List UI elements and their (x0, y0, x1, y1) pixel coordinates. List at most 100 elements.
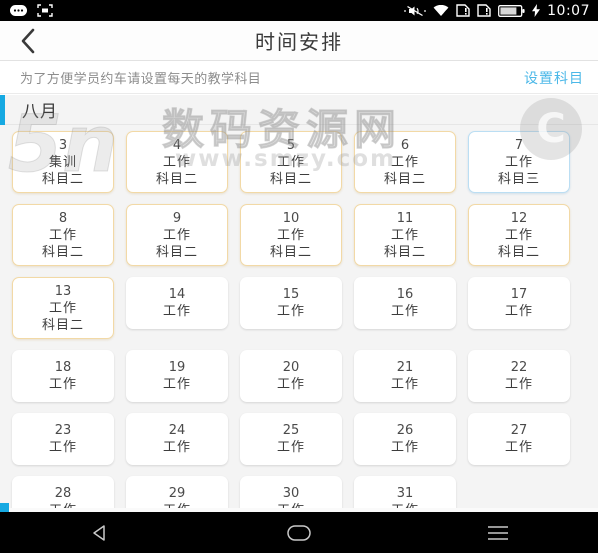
day-type-label: 工作 (48, 377, 77, 392)
day-number: 30 (282, 486, 300, 501)
sim2-icon (477, 4, 491, 17)
calendar-bottom-accent (0, 503, 9, 512)
day-type-label: 工作 (162, 440, 191, 455)
title-bar: 时间安排 (0, 21, 598, 61)
day-card[interactable]: 5 工作 科目二 (240, 131, 342, 193)
status-bar: 10:07 (0, 0, 598, 21)
day-type-label: 工作 (276, 304, 305, 319)
day-subject-label: 科目二 (383, 244, 426, 260)
day-number: 20 (282, 360, 300, 375)
android-home-icon (287, 524, 311, 541)
charging-bolt-icon (532, 4, 541, 17)
day-card[interactable]: 19 工作 (126, 350, 228, 402)
day-card[interactable]: 13 工作 科目二 (12, 277, 114, 339)
day-type-label: 工作 (276, 440, 305, 455)
month-header: 八月 (0, 94, 598, 125)
day-card[interactable]: 20 工作 (240, 350, 342, 402)
day-subject-label: 科目二 (41, 244, 84, 260)
day-card[interactable]: 21 工作 (354, 350, 456, 402)
day-type-label: 工作 (504, 227, 533, 243)
back-button[interactable] (0, 21, 56, 61)
day-type-label: 工作 (276, 377, 305, 392)
day-number: 7 (514, 137, 524, 153)
day-card[interactable]: 25 工作 (240, 413, 342, 465)
day-card[interactable]: 26 工作 (354, 413, 456, 465)
day-card[interactable]: 6 工作 科目二 (354, 131, 456, 193)
day-number: 4 (172, 137, 182, 153)
silent-mode-icon (404, 5, 427, 16)
day-subject-label: 科目二 (383, 171, 426, 187)
nav-home-button[interactable] (264, 512, 334, 553)
day-number: 19 (168, 360, 186, 375)
day-number: 14 (168, 287, 186, 302)
day-card[interactable]: 9 工作 科目二 (126, 204, 228, 266)
day-card[interactable]: 4 工作 科目二 (126, 131, 228, 193)
day-subject-label: 科目三 (497, 171, 540, 187)
day-card[interactable]: 23 工作 (12, 413, 114, 465)
page-title: 时间安排 (255, 30, 343, 54)
nav-recents-button[interactable] (463, 512, 533, 553)
day-subject-label: 科目二 (269, 244, 312, 260)
day-number: 10 (282, 210, 300, 226)
day-type-label: 工作 (390, 227, 419, 243)
day-number: 25 (282, 423, 300, 438)
day-number: 9 (172, 210, 182, 226)
day-subject-label: 科目二 (155, 244, 198, 260)
day-card[interactable]: 18 工作 (12, 350, 114, 402)
day-type-label: 工作 (48, 300, 77, 316)
day-number: 18 (54, 360, 72, 375)
day-card[interactable]: 8 工作 科目二 (12, 204, 114, 266)
wifi-icon (433, 4, 449, 16)
day-subject-label: 科目二 (269, 171, 312, 187)
day-type-label: 工作 (48, 440, 77, 455)
day-subject-label: 科目二 (155, 171, 198, 187)
day-number: 24 (168, 423, 186, 438)
set-subject-link[interactable]: 设置科目 (524, 68, 584, 88)
day-type-label: 集训 (48, 154, 77, 170)
day-card[interactable]: 24 工作 (126, 413, 228, 465)
day-card[interactable]: 22 工作 (468, 350, 570, 402)
day-number: 16 (396, 287, 414, 302)
day-number: 15 (282, 287, 300, 302)
day-card[interactable]: 7 工作 科目三 (468, 131, 570, 193)
day-number: 23 (54, 423, 72, 438)
day-number: 26 (396, 423, 414, 438)
month-label: 八月 (22, 102, 58, 122)
day-card[interactable]: 3 集训 科目二 (12, 131, 114, 193)
day-card[interactable]: 17 工作 (468, 277, 570, 329)
day-type-label: 工作 (390, 304, 419, 319)
day-card[interactable]: 14 工作 (126, 277, 228, 329)
nav-back-button[interactable] (65, 512, 135, 553)
android-nav-bar (0, 512, 598, 553)
day-number: 17 (510, 287, 528, 302)
day-card[interactable]: 16 工作 (354, 277, 456, 329)
day-card[interactable]: 11 工作 科目二 (354, 204, 456, 266)
day-number: 21 (396, 360, 414, 375)
day-number: 5 (286, 137, 296, 153)
day-type-label: 工作 (48, 227, 77, 243)
day-number: 6 (400, 137, 410, 153)
month-accent-bar (0, 94, 5, 125)
battery-icon (498, 4, 525, 17)
status-bar-clock: 10:07 (547, 2, 590, 19)
day-number: 13 (54, 283, 72, 299)
day-subject-label: 科目二 (41, 317, 84, 333)
day-number: 31 (396, 486, 414, 501)
day-number: 22 (510, 360, 528, 375)
day-card[interactable]: 27 工作 (468, 413, 570, 465)
day-card[interactable]: 12 工作 科目二 (468, 204, 570, 266)
day-number: 11 (396, 210, 414, 226)
day-type-label: 工作 (276, 154, 305, 170)
back-chevron-icon (21, 28, 35, 53)
day-subject-label: 科目二 (497, 244, 540, 260)
calendar-grid: 3 集训 科目二 4 工作 科目二 5 工作 科目二 6 工作 科目二 7 工作 科目三 8 工作 科目二 9 工作科… (0, 125, 598, 528)
day-type-label: 工作 (162, 154, 191, 170)
day-number: 3 (58, 137, 68, 153)
day-card[interactable]: 15 工作 (240, 277, 342, 329)
day-type-label: 工作 (390, 440, 419, 455)
day-card[interactable]: 10 工作 科目二 (240, 204, 342, 266)
day-type-label: 工作 (504, 304, 533, 319)
android-recents-icon (488, 525, 509, 540)
day-number: 28 (54, 486, 72, 501)
status-bar-left-icons (0, 4, 53, 17)
